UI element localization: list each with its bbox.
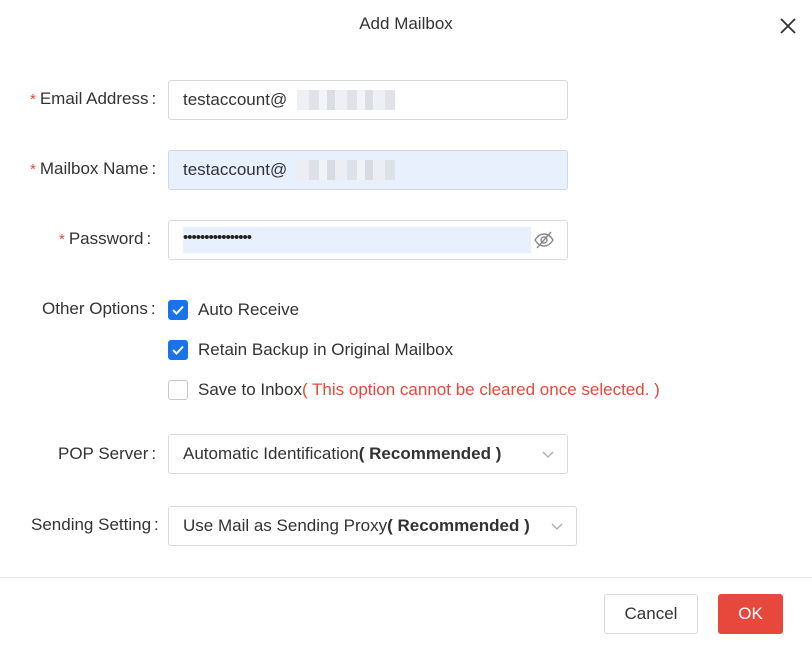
ok-button[interactable]: OK (718, 594, 783, 634)
redacted-domain (297, 90, 395, 110)
retain-backup-label: Retain Backup in Original Mailbox (198, 340, 454, 359)
pop-server-select[interactable]: Automatic Identification( Recommended ) (168, 434, 568, 474)
auto-receive-option[interactable]: Auto Receive (168, 299, 299, 321)
close-button[interactable] (776, 14, 800, 38)
dialog-title: Add Mailbox (359, 14, 453, 33)
footer-divider (0, 577, 812, 578)
sending-setting-value: Use Mail as Sending Proxy (183, 516, 388, 535)
sending-setting-label: Sending Setting: (31, 515, 159, 534)
password-field[interactable]: •••••••••••••••• (168, 220, 568, 260)
auto-receive-label: Auto Receive (198, 300, 300, 319)
required-mark: * (30, 161, 36, 178)
password-label: * Password: (59, 229, 152, 248)
eye-slash-icon[interactable] (533, 230, 555, 250)
pop-server-recommended: ( Recommended ) (358, 444, 502, 463)
pop-server-value: Automatic Identification (183, 444, 359, 463)
save-to-inbox-option[interactable]: Save to Inbox( This option cannot be cle… (168, 379, 660, 401)
mailbox-name-value: testaccount@ (183, 160, 288, 179)
redacted-domain (297, 160, 395, 180)
retain-backup-checkbox[interactable] (168, 340, 188, 360)
email-address-label: * Email Address: (30, 89, 157, 108)
password-value: •••••••••••••••• (183, 229, 252, 246)
retain-backup-option[interactable]: Retain Backup in Original Mailbox (168, 339, 453, 361)
close-icon (780, 18, 796, 34)
email-address-field[interactable]: testaccount@ (168, 80, 568, 120)
add-mailbox-dialog: Add Mailbox * Email Address: testaccount@… (0, 0, 812, 645)
save-to-inbox-label: Save to Inbox (198, 380, 302, 399)
checkmark-icon (172, 305, 184, 315)
auto-receive-checkbox[interactable] (168, 300, 188, 320)
other-options-label: Other Options: (42, 299, 156, 318)
chevron-down-icon (551, 523, 563, 530)
mailbox-name-field[interactable]: testaccount@ (168, 150, 568, 190)
email-address-value: testaccount@ (183, 90, 288, 109)
chevron-down-icon (542, 451, 554, 458)
mailbox-name-label: * Mailbox Name: (30, 159, 157, 178)
required-mark: * (59, 231, 65, 248)
save-to-inbox-checkbox[interactable] (168, 380, 188, 400)
sending-setting-recommended: ( Recommended ) (387, 516, 530, 535)
checkmark-icon (172, 345, 184, 355)
save-to-inbox-warning: ( This option cannot be cleared once sel… (301, 380, 660, 399)
sending-setting-select[interactable]: Use Mail as Sending Proxy( Recommended ) (168, 506, 577, 546)
required-mark: * (30, 91, 36, 108)
pop-server-label: POP Server: (58, 444, 157, 463)
cancel-button[interactable]: Cancel (604, 594, 698, 634)
